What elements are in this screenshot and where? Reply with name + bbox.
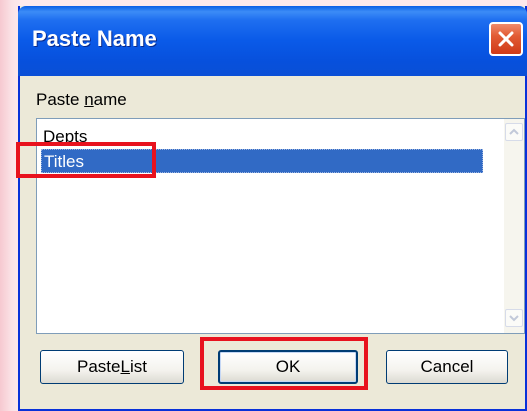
paste-name-label: Paste name [36, 90, 127, 109]
close-button[interactable] [489, 22, 523, 56]
title-bar[interactable]: Paste Name [18, 6, 527, 76]
paste-name-dialog: Paste Name Paste name Depts Titles Paste… [18, 6, 527, 411]
list-item-depts[interactable]: Depts [41, 125, 87, 149]
list-item-label: Titles [44, 152, 84, 171]
scroll-up-button[interactable] [505, 123, 523, 141]
list-item-label: Depts [43, 127, 88, 146]
names-listbox[interactable]: Depts Titles [36, 118, 525, 334]
chevron-up-icon [509, 128, 519, 135]
paste-list-button[interactable]: Paste List [40, 350, 184, 384]
close-icon [498, 31, 514, 47]
dialog-title: Paste Name [32, 26, 157, 51]
list-item-titles[interactable]: Titles [41, 149, 483, 173]
cancel-button[interactable]: Cancel [386, 350, 508, 384]
chevron-down-icon [509, 315, 519, 322]
vertical-scrollbar[interactable] [504, 119, 524, 333]
ok-button[interactable]: OK [218, 350, 358, 384]
scroll-down-button[interactable] [505, 309, 523, 327]
